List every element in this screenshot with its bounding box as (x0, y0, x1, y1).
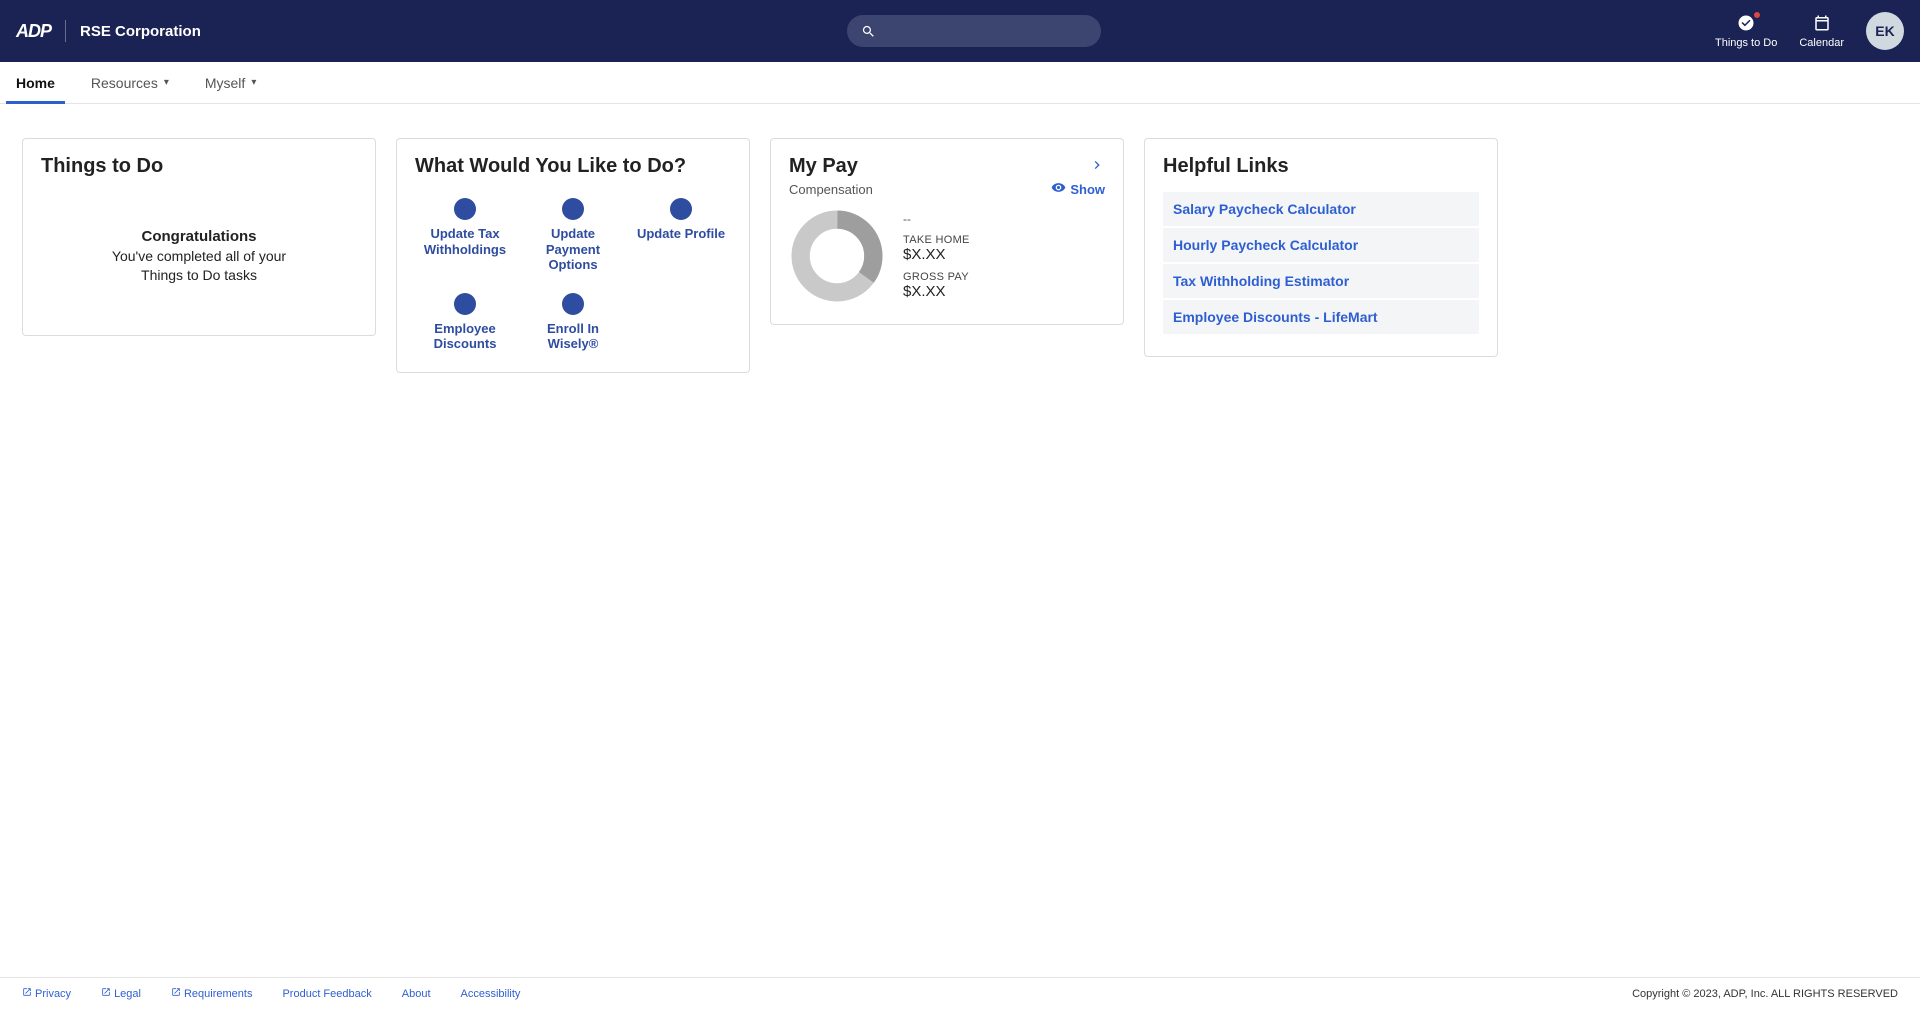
show-toggle[interactable]: Show (1051, 180, 1105, 198)
external-link-icon (101, 987, 111, 1000)
dashboard: Things to Do Congratulations You've comp… (0, 104, 1920, 977)
footer-link-label: About (402, 988, 431, 1000)
footer: Privacy Legal Requirements Product Feedb… (0, 977, 1920, 1009)
things-to-do-card: Things to Do Congratulations You've comp… (22, 138, 376, 336)
helpful-links-card: Helpful Links Salary Paycheck Calculator… (1144, 138, 1498, 357)
link-lifemart[interactable]: Employee Discounts - LifeMart (1163, 300, 1479, 336)
gross-value: $X.XX (903, 283, 970, 300)
nav-myself-label: Myself (205, 75, 245, 91)
action-enroll-wisely[interactable]: Enroll In Wisely® (523, 293, 623, 352)
external-link-icon (171, 987, 181, 1000)
pay-values: -- TAKE HOME $X.XX GROSS PAY $X.XX (903, 212, 970, 300)
helpful-links-list: Salary Paycheck Calculator Hourly Payche… (1163, 192, 1479, 336)
congrats-message-1: You've completed all of your (41, 247, 357, 266)
nav-home-label: Home (16, 75, 55, 91)
link-salary-calc[interactable]: Salary Paycheck Calculator (1163, 192, 1479, 228)
nav-home[interactable]: Home (16, 62, 55, 103)
things-to-do-title: Things to Do (41, 155, 357, 178)
copyright: Copyright © 2023, ADP, Inc. ALL RIGHTS R… (1632, 988, 1898, 1000)
gross-label: GROSS PAY (903, 271, 970, 283)
action-icon (670, 198, 692, 220)
take-home-value: $X.XX (903, 246, 970, 263)
footer-link-label: Product Feedback (282, 988, 371, 1000)
action-update-tax[interactable]: Update Tax Withholdings (415, 198, 515, 273)
my-pay-card: My Pay Compensation Show -- (770, 138, 1124, 325)
actions-title: What Would You Like to Do? (415, 155, 731, 178)
chevron-right-icon (1089, 157, 1105, 173)
action-icon (562, 198, 584, 220)
calendar-icon (1813, 14, 1831, 35)
pay-donut-chart (789, 208, 885, 304)
actions-card: What Would You Like to Do? Update Tax Wi… (396, 138, 750, 373)
action-update-profile[interactable]: Update Profile (637, 198, 725, 273)
pay-date: -- (903, 212, 970, 226)
action-label: Update Tax Withholdings (415, 226, 515, 257)
footer-privacy[interactable]: Privacy (22, 987, 71, 1000)
external-link-icon (22, 987, 32, 1000)
action-label: Update Profile (637, 226, 725, 242)
action-label: Employee Discounts (415, 321, 515, 352)
calendar-button[interactable]: Calendar (1799, 14, 1844, 49)
calendar-label: Calendar (1799, 37, 1844, 49)
logo-group: ADP RSE Corporation (16, 20, 201, 42)
link-tax-estimator[interactable]: Tax Withholding Estimator (1163, 264, 1479, 300)
footer-link-label: Privacy (35, 988, 71, 1000)
footer-accessibility[interactable]: Accessibility (461, 988, 521, 1000)
my-pay-subtitle: Compensation (789, 182, 873, 197)
footer-link-label: Accessibility (461, 988, 521, 1000)
action-label: Enroll In Wisely® (523, 321, 623, 352)
actions-grid: Update Tax Withholdings Update Payment O… (415, 192, 731, 352)
link-hourly-calc[interactable]: Hourly Paycheck Calculator (1163, 228, 1479, 264)
nav-resources[interactable]: Resources ▾ (91, 62, 169, 103)
congrats-text: Congratulations (41, 228, 357, 245)
helpful-links-title: Helpful Links (1163, 155, 1479, 178)
footer-feedback[interactable]: Product Feedback (282, 988, 371, 1000)
chevron-down-icon: ▾ (164, 77, 169, 88)
footer-legal[interactable]: Legal (101, 987, 141, 1000)
my-pay-title: My Pay (789, 155, 858, 178)
company-name: RSE Corporation (80, 23, 201, 40)
adp-logo: ADP (16, 21, 51, 42)
user-avatar[interactable]: EK (1866, 12, 1904, 50)
my-pay-arrow[interactable] (1089, 157, 1105, 176)
congrats-message-2: Things to Do tasks (41, 266, 357, 285)
show-label: Show (1070, 182, 1105, 197)
notification-badge-icon (1753, 11, 1761, 19)
main-nav: Home Resources ▾ Myself ▾ (0, 62, 1920, 104)
action-icon (562, 293, 584, 315)
search-icon (861, 24, 876, 39)
action-icon (454, 198, 476, 220)
things-to-do-body: Congratulations You've completed all of … (41, 192, 357, 285)
nav-myself[interactable]: Myself ▾ (205, 62, 256, 103)
action-label: Update Payment Options (523, 226, 623, 273)
action-icon (454, 293, 476, 315)
pay-body: -- TAKE HOME $X.XX GROSS PAY $X.XX (789, 208, 1105, 304)
search-input[interactable] (886, 23, 1087, 39)
eye-icon (1051, 180, 1066, 198)
chevron-down-icon: ▾ (251, 77, 256, 88)
take-home-label: TAKE HOME (903, 234, 970, 246)
footer-link-label: Legal (114, 988, 141, 1000)
search-field[interactable] (847, 15, 1101, 47)
footer-about[interactable]: About (402, 988, 431, 1000)
nav-resources-label: Resources (91, 75, 158, 91)
things-to-do-label: Things to Do (1715, 37, 1777, 49)
footer-requirements[interactable]: Requirements (171, 987, 252, 1000)
action-update-payment[interactable]: Update Payment Options (523, 198, 623, 273)
header-right: Things to Do Calendar EK (1715, 12, 1904, 50)
action-employee-discounts[interactable]: Employee Discounts (415, 293, 515, 352)
things-to-do-button[interactable]: Things to Do (1715, 14, 1777, 49)
footer-link-label: Requirements (184, 988, 252, 1000)
logo-divider (65, 20, 66, 42)
top-header: ADP RSE Corporation Things to Do Calenda… (0, 0, 1920, 62)
